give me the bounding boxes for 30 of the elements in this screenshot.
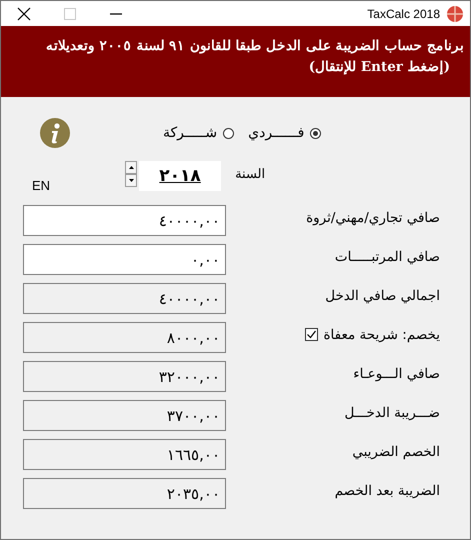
field-label: صافي تجاري/مهني/ثروة	[306, 210, 440, 226]
close-icon	[17, 6, 31, 20]
readonly-field: ١٦٦٥,٠٠	[23, 439, 226, 470]
year-label: السنة	[235, 167, 266, 182]
window-title: TaxCalc 2018	[367, 6, 440, 20]
field-label: الضريبة بعد الخصم	[334, 482, 440, 498]
readonly-field: ٣٢٠٠٠,٠٠	[23, 361, 226, 392]
checkbox[interactable]	[305, 328, 318, 341]
field-label: الخصم الضريبي	[352, 444, 440, 460]
input-field[interactable]: ٤٠٠٠٠,٠٠	[23, 205, 226, 236]
field-label: اجمالي صافي الدخل	[325, 288, 440, 304]
app-icon	[446, 4, 464, 22]
readonly-field: ٢٠٣٥,٠٠	[23, 478, 226, 509]
radio-option[interactable]: شـــــركة	[163, 125, 234, 141]
field-label: يخصم: شريحة معفاة	[323, 326, 440, 342]
readonly-field: ٤٠٠٠٠,٠٠	[23, 283, 226, 314]
year-field[interactable]: ٢٠١٨	[139, 161, 222, 191]
input-field[interactable]: ٠,٠٠	[23, 244, 226, 275]
language-toggle[interactable]: EN	[32, 178, 50, 193]
maximize-icon	[64, 8, 76, 20]
radio-option[interactable]: فــــــردي	[248, 125, 322, 141]
field-label: صافي الـــوعـاء	[353, 366, 440, 382]
info-icon[interactable]	[39, 117, 71, 149]
year-spinner[interactable]	[125, 161, 138, 187]
field-label: ضـــريبة الدخـــل	[344, 404, 440, 420]
header-text: برنامج حساب الضريبة على الدخل طبقا للقانون ٩١ لسنة ٢٠٠٥ وتعديلاته	[44, 37, 464, 56]
minimize-icon	[110, 12, 122, 14]
field-label: صافي المرتبـــــات	[334, 248, 440, 264]
readonly-field: ٨٠٠٠,٠٠	[23, 322, 226, 353]
readonly-field: ٣٧٠٠,٠٠	[23, 400, 226, 431]
